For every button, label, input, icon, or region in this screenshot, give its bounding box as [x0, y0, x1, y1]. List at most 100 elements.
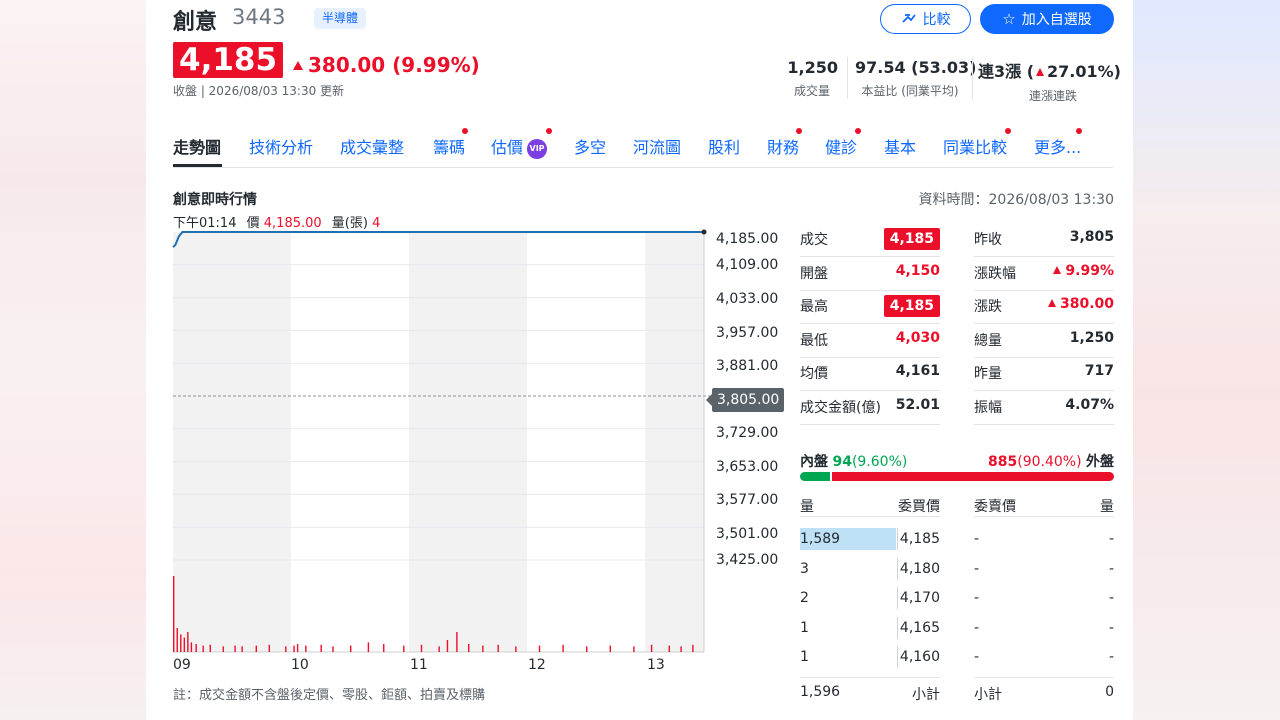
- stat-streak-label: 連漲連跌: [1028, 89, 1077, 103]
- ask-price: -: [974, 649, 980, 665]
- ask-volume-header: 量: [1100, 499, 1114, 515]
- quote-value: 4,150: [820, 263, 940, 279]
- outer-summary: 885(90.40%) 外盤: [914, 451, 1114, 471]
- compare-icon: [901, 14, 916, 23]
- stat-streak-value: 連3漲 (27.01%): [978, 58, 1121, 82]
- bid-volume: 1: [800, 649, 809, 665]
- volume-bar: [468, 644, 470, 652]
- hour-band: [645, 232, 704, 652]
- x-tick-label: 13: [647, 657, 665, 673]
- quote-value: 1,250: [994, 330, 1114, 346]
- tab-more-new-dot: [1076, 128, 1082, 134]
- divider: [800, 289, 940, 291]
- divider: [800, 390, 940, 391]
- bid-price: 4,185: [899, 531, 940, 547]
- volume-bar: [633, 646, 635, 652]
- stat-volume-value: 1,250: [787, 58, 838, 77]
- volume-bar: [446, 640, 449, 652]
- divider: [974, 423, 1114, 425]
- divider: [800, 323, 940, 324]
- y-tick-label: 3,577.00: [716, 492, 779, 508]
- y-tick-label: 3,653.00: [716, 459, 779, 475]
- up-arrow-icon: [1047, 299, 1056, 307]
- background-left: [0, 0, 146, 720]
- volume-bar: [195, 644, 197, 652]
- volume-bar: [680, 646, 682, 652]
- inner-bar-fill: [800, 472, 831, 481]
- tab-financials[interactable]: 財務: [767, 134, 799, 158]
- ask-volume: -: [1108, 649, 1114, 665]
- divider: [800, 256, 940, 257]
- volume-bar: [586, 646, 588, 652]
- outer-value: 885: [988, 454, 1018, 470]
- divider: [974, 677, 1114, 678]
- chart-footnote: 註：成交金額不含盤後定價、零股、鉅額、拍賣及標購: [173, 688, 486, 703]
- data-time: 資料時間：2026/08/03 13:30: [918, 192, 1115, 208]
- volume-bar: [222, 646, 224, 652]
- bid-volume: 1: [800, 619, 809, 636]
- volume-bar: [320, 644, 322, 652]
- inner-outer-summary: 內盤 94(9.60%): [800, 451, 907, 471]
- volume-bar: [183, 637, 186, 652]
- x-tick-label: 11: [410, 657, 428, 673]
- stock-quote-page: 創意 3443 半導體 比較 ☆ 加入自選股 4,185 380.00 (9.9…: [146, 0, 1133, 720]
- volume-bar: [305, 645, 307, 652]
- volume-bar: [438, 646, 440, 652]
- inner-pct: (9.60%): [851, 454, 908, 470]
- bid-price: 4,170: [899, 590, 940, 606]
- tab-peer-compare[interactable]: 同業比較: [943, 134, 1007, 158]
- compare-button[interactable]: 比較: [880, 4, 971, 34]
- tab-financials-new-dot: [796, 128, 802, 134]
- stat-divider: [847, 57, 848, 99]
- volume-bar: [234, 645, 236, 652]
- ask-volume: -: [1108, 560, 1114, 577]
- divider: [800, 516, 940, 517]
- y-tick-label: 4,185.00: [716, 231, 779, 247]
- price-end-point: [701, 229, 707, 235]
- quote-value-text: 380.00: [1059, 296, 1114, 312]
- volume-bar: [268, 644, 270, 652]
- y-tick-label: 3,501.00: [716, 526, 779, 542]
- stat-pe-value: 97.54 (53.03): [855, 58, 977, 77]
- quote-value: 3,805: [994, 229, 1114, 245]
- hour-band: [409, 232, 527, 652]
- volume-bar: [293, 645, 295, 652]
- volume-bar: [383, 644, 385, 652]
- intraday-chart[interactable]: [146, 0, 746, 680]
- divider: [800, 356, 940, 358]
- divider: [974, 390, 1114, 391]
- bid-volume: 1,589: [800, 531, 841, 547]
- quote-value-text: 4,185: [883, 228, 940, 250]
- stat-pe-label: 本益比 (同業平均): [861, 84, 959, 98]
- tab-health-check[interactable]: 健診: [825, 134, 857, 158]
- quote-value-text: 4,150: [895, 262, 940, 279]
- inner-value: 94: [832, 454, 852, 470]
- volume-bar: [209, 644, 211, 652]
- divider: [974, 356, 1114, 358]
- add-to-watchlist-button[interactable]: ☆ 加入自選股: [980, 4, 1114, 34]
- streak-change: 27.01%): [1047, 62, 1121, 81]
- quote-value-text: 4,161: [895, 363, 940, 379]
- volume-bar: [497, 644, 499, 652]
- stat-volume-label: 成交量: [793, 84, 830, 98]
- volume-bar: [241, 646, 243, 652]
- tab-basic[interactable]: 基本: [884, 134, 916, 158]
- bid-volume-header: 量: [800, 499, 814, 515]
- stat-volume: 1,250 成交量: [786, 58, 838, 99]
- inner-outer-bar: [800, 472, 1114, 481]
- tab-more[interactable]: 更多...: [1034, 134, 1081, 158]
- volume-bar: [173, 576, 175, 652]
- prev-close-label: 3,805.00: [705, 388, 785, 412]
- inner-label: 內盤: [800, 454, 828, 470]
- volume-bar: [202, 645, 204, 652]
- background-right: [1133, 0, 1280, 720]
- tab-peer-new-dot: [1005, 128, 1011, 134]
- up-arrow-icon: [1036, 68, 1045, 76]
- quote-value: 4,185: [820, 228, 940, 250]
- y-tick-label: 3,729.00: [716, 425, 779, 441]
- star-icon: ☆: [1002, 10, 1016, 28]
- ask-price: -: [974, 531, 980, 547]
- quote-value-text: 52.01: [895, 396, 940, 413]
- watchlist-label: 加入自選股: [1021, 12, 1092, 28]
- tab-health-new-dot: [855, 128, 861, 134]
